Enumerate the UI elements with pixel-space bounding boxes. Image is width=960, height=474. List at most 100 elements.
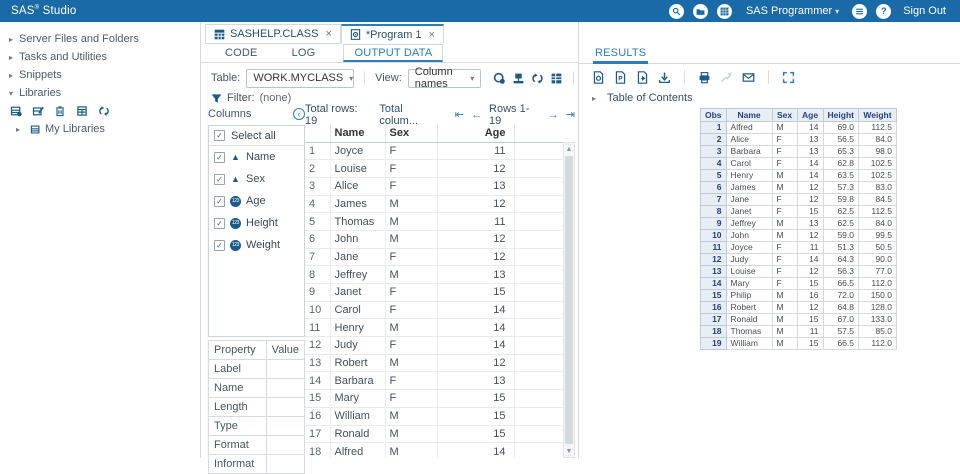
name-cell[interactable]: Alfred [330,443,385,458]
age-cell[interactable]: 11 [437,142,514,160]
age-cell[interactable]: 13 [437,177,514,195]
age-cell[interactable]: 15 [437,407,514,425]
sex-cell[interactable]: M [385,425,437,443]
checkbox-checked-icon[interactable] [214,174,225,185]
column-item[interactable]: Sex [209,168,304,190]
table-row[interactable]: 18 Alfred M 14 [305,443,563,458]
tab-output-data[interactable]: OUTPUT DATA [343,44,443,62]
row-number-cell[interactable]: 2 [305,160,330,178]
age-cell[interactable]: 13 [437,372,514,390]
age-cell[interactable]: 12 [437,354,514,372]
age-cell[interactable]: 12 [437,230,514,248]
sex-cell[interactable]: M [385,354,437,372]
search-icon[interactable] [669,4,684,19]
age-cell[interactable]: 12 [437,248,514,266]
checkbox-checked-icon[interactable] [214,152,225,163]
row-number-cell[interactable]: 8 [305,266,330,284]
sex-cell[interactable]: F [385,284,437,302]
apps-grid-icon[interactable] [717,4,732,19]
share-table-icon[interactable] [512,72,525,85]
close-icon[interactable]: × [325,28,331,40]
open-folder-icon[interactable] [693,4,708,19]
first-page-icon[interactable]: ⇤ [455,110,464,121]
select-all-row[interactable]: Select all [209,126,304,146]
sex-cell[interactable]: F [385,301,437,319]
pdf-output-icon[interactable]: P [614,71,627,84]
table-row[interactable]: 13 Robert M 12 [305,354,563,372]
row-number-cell[interactable]: 17 [305,425,330,443]
table-row[interactable]: 10 Carol F 14 [305,301,563,319]
row-number-cell[interactable]: 4 [305,195,330,213]
table-row[interactable]: 7 Jane F 12 [305,248,563,266]
row-number-cell[interactable]: 1 [305,142,330,160]
name-cell[interactable]: Judy [330,337,385,355]
table-row[interactable]: 9 Janet F 15 [305,284,563,302]
age-cell[interactable]: 15 [437,284,514,302]
column-item[interactable]: Age [209,190,304,212]
row-number-cell[interactable]: 11 [305,319,330,337]
column-item[interactable]: Name [209,146,304,168]
table-row[interactable]: 4 James M 12 [305,195,563,213]
table-of-contents-toggle[interactable]: ▸ Table of Contents [592,92,693,104]
age-cell[interactable]: 14 [437,301,514,319]
email-icon[interactable] [742,71,755,84]
table-row[interactable]: 6 John M 12 [305,230,563,248]
name-cell[interactable]: Robert [330,354,385,372]
sex-cell[interactable]: M [385,407,437,425]
row-number-cell[interactable]: 5 [305,213,330,231]
vertical-scrollbar[interactable]: ▲ ▼ [563,142,575,458]
row-number-cell[interactable]: 10 [305,301,330,319]
age-cell[interactable]: 12 [437,195,514,213]
row-number-cell[interactable]: 18 [305,443,330,458]
maximize-icon[interactable] [782,71,795,84]
sex-cell[interactable]: F [385,337,437,355]
name-cell[interactable]: Louise [330,160,385,178]
tab-code[interactable]: CODE [215,44,268,62]
row-number-cell[interactable]: 7 [305,248,330,266]
name-cell[interactable]: Thomas [330,213,385,231]
sex-cell[interactable]: F [385,248,437,266]
refresh-icon[interactable] [98,105,110,117]
row-number-cell[interactable]: 14 [305,372,330,390]
sidebar-item-server-files[interactable]: ▸ Server Files and Folders [0,30,200,48]
table-row[interactable]: 15 Mary F 15 [305,390,563,408]
table-row[interactable]: 11 Henry M 14 [305,319,563,337]
age-cell[interactable]: 14 [437,443,514,458]
table-row[interactable]: 5 Thomas M 11 [305,213,563,231]
col-header-sex[interactable]: Sex [385,124,437,142]
next-page-icon[interactable]: → [548,110,559,121]
sex-cell[interactable]: M [385,230,437,248]
sex-cell[interactable]: F [385,142,437,160]
checkbox-checked-icon[interactable] [214,240,225,251]
sex-cell[interactable]: F [385,160,437,178]
goto-column-icon[interactable] [550,72,563,85]
row-number-cell[interactable]: 12 [305,337,330,355]
table-row[interactable]: 12 Judy F 14 [305,337,563,355]
name-cell[interactable]: Joyce [330,142,385,160]
collapse-panel-icon[interactable]: ‹ [293,108,305,120]
new-library-icon[interactable] [10,105,22,117]
name-cell[interactable]: William [330,407,385,425]
scroll-up-icon[interactable]: ▲ [564,143,574,155]
tab-log[interactable]: LOG [282,44,326,62]
name-cell[interactable]: Janet [330,284,385,302]
sex-cell[interactable]: F [385,177,437,195]
sex-cell[interactable]: F [385,372,437,390]
sign-out-button[interactable]: Sign Out [903,5,946,17]
checkbox-checked-icon[interactable] [214,196,225,207]
age-cell[interactable]: 15 [437,390,514,408]
edit-library-icon[interactable] [32,105,44,117]
col-header-name[interactable]: Name [330,124,385,142]
name-cell[interactable]: Jeffrey [330,266,385,284]
age-cell[interactable]: 14 [437,337,514,355]
name-cell[interactable]: James [330,195,385,213]
download-icon[interactable] [658,71,671,84]
sex-cell[interactable]: M [385,266,437,284]
row-number-cell[interactable]: 13 [305,354,330,372]
help-icon[interactable]: ? [876,4,891,19]
age-cell[interactable]: 15 [437,425,514,443]
sex-cell[interactable]: M [385,195,437,213]
name-cell[interactable]: Alice [330,177,385,195]
name-cell[interactable]: Carol [330,301,385,319]
delete-icon[interactable] [54,105,66,117]
